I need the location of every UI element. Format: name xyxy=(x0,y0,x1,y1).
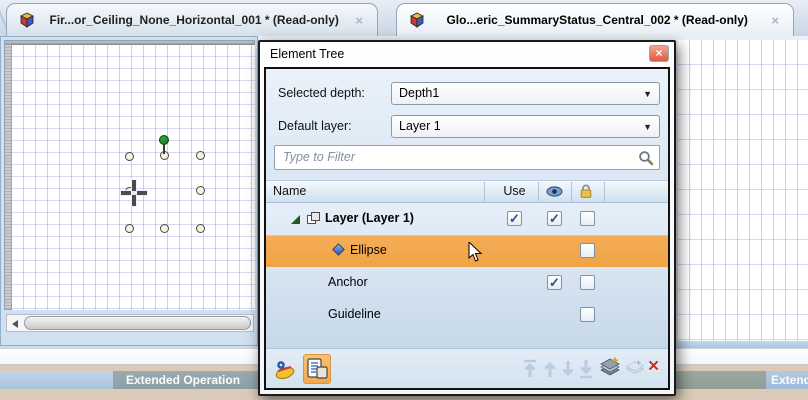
column-header-use[interactable]: Use xyxy=(491,184,538,198)
dialog-close-button[interactable]: × xyxy=(649,45,669,62)
layers-icon xyxy=(307,212,320,225)
keel-tool-button[interactable] xyxy=(273,357,297,381)
add-layer-button[interactable]: + xyxy=(597,355,623,386)
diamond-icon xyxy=(332,243,345,256)
lock-checkbox[interactable] xyxy=(580,307,595,322)
anchor-point[interactable] xyxy=(125,152,134,161)
svg-text:+: + xyxy=(612,356,618,367)
lock-checkbox[interactable] xyxy=(580,275,595,290)
anchor-point[interactable] xyxy=(196,224,205,233)
document-window-left xyxy=(0,36,258,346)
tab-label: Glo...eric_SummaryStatus_Central_002 * (… xyxy=(433,13,761,27)
anchor-point[interactable] xyxy=(196,151,205,160)
selected-depth-label: Selected depth: xyxy=(278,86,365,100)
panel-segment xyxy=(0,371,113,389)
tree-row-label: Anchor xyxy=(328,275,368,289)
default-layer-value: Layer 1 xyxy=(399,119,441,133)
chevron-down-icon: ▼ xyxy=(643,89,652,99)
chevron-down-icon: ▼ xyxy=(643,122,652,132)
default-layer-label: Default layer: xyxy=(278,119,352,133)
tree-header: Name Use xyxy=(266,180,668,203)
visibility-checkbox[interactable]: ✓ xyxy=(547,211,562,226)
selected-depth-value: Depth1 xyxy=(399,86,439,100)
search-icon xyxy=(638,150,654,171)
extended-operation-panel-header-right[interactable]: Extended Operation xyxy=(766,371,808,389)
delete-button[interactable]: × xyxy=(648,356,659,378)
rotation-handle-stem xyxy=(163,144,165,154)
tree-row-layer-layer-1[interactable]: Layer (Layer 1) ✓ ✓ xyxy=(266,203,668,235)
document-window-right[interactable] xyxy=(678,40,808,341)
dialog-body: Selected depth: Depth1 ▼ Default layer: … xyxy=(264,67,670,390)
tab-label: Fir...or_Ceiling_None_Horizontal_001 * (… xyxy=(43,13,345,27)
cube-icon xyxy=(19,12,35,28)
filter-input[interactable]: Type to Filter xyxy=(274,145,660,170)
scrollbar-thumb[interactable] xyxy=(24,316,251,330)
panel-label: Extended Operation xyxy=(126,373,240,387)
tab-close-icon[interactable]: × xyxy=(769,13,781,28)
lock-checkbox[interactable] xyxy=(580,211,595,226)
application-window: Fir...or_Ceiling_None_Horizontal_001 * (… xyxy=(0,0,808,400)
cube-icon xyxy=(409,12,425,28)
dialog-toolbar: + + × xyxy=(266,348,668,388)
tree-row-label: Layer (Layer 1) xyxy=(325,211,414,225)
copy-list-icon xyxy=(307,358,329,382)
tab-document-2[interactable]: Glo...eric_SummaryStatus_Central_002 * (… xyxy=(396,3,794,36)
tree-list: Layer (Layer 1) ✓ ✓ Ellipse Anchor ✓ Guideline xyxy=(266,203,668,348)
add-sublayer-button[interactable]: + xyxy=(623,357,647,386)
crosshair-center xyxy=(132,191,136,195)
move-to-top-button[interactable] xyxy=(521,358,539,380)
tree-row-label: Guideline xyxy=(328,307,381,321)
lock-checkbox[interactable] xyxy=(580,243,595,258)
expander-triangle-icon[interactable] xyxy=(291,215,300,224)
filter-placeholder: Type to Filter xyxy=(283,150,355,164)
default-layer-dropdown[interactable]: Layer 1 ▼ xyxy=(391,115,660,138)
eye-icon[interactable] xyxy=(546,186,563,200)
vertical-ruler xyxy=(4,44,12,310)
toggle-list-view-button[interactable] xyxy=(303,354,331,384)
rotation-handle[interactable] xyxy=(159,135,169,145)
lock-icon[interactable] xyxy=(579,184,593,202)
column-header-name[interactable]: Name xyxy=(273,184,306,198)
tab-bar: Fir...or_Ceiling_None_Horizontal_001 * (… xyxy=(0,0,808,36)
use-checkbox[interactable]: ✓ xyxy=(507,211,522,226)
tab-close-icon[interactable]: × xyxy=(353,13,365,28)
dialog-title: Element Tree xyxy=(260,42,674,67)
column-separator xyxy=(484,182,485,201)
tree-row-ellipse[interactable]: Ellipse xyxy=(266,235,668,267)
horizontal-scrollbar[interactable] xyxy=(6,314,254,332)
anchor-point[interactable] xyxy=(196,186,205,195)
selected-depth-dropdown[interactable]: Depth1 ▼ xyxy=(391,82,660,105)
tab-document-1[interactable]: Fir...or_Ceiling_None_Horizontal_001 * (… xyxy=(6,3,378,36)
svg-text:+: + xyxy=(636,357,642,367)
anchor-point[interactable] xyxy=(160,224,169,233)
drawing-canvas[interactable] xyxy=(12,44,255,310)
element-tree-dialog: Element Tree × Selected depth: Depth1 ▼ … xyxy=(258,40,676,396)
column-separator xyxy=(604,182,605,201)
move-to-bottom-button[interactable] xyxy=(577,358,595,380)
scroll-left-arrow-icon[interactable] xyxy=(12,320,18,328)
tree-row-label: Ellipse xyxy=(350,243,387,257)
visibility-checkbox[interactable]: ✓ xyxy=(547,275,562,290)
column-separator xyxy=(571,182,572,201)
move-up-button[interactable] xyxy=(541,358,559,380)
panel-label: Extended Operation xyxy=(771,373,808,387)
mouse-cursor xyxy=(468,242,483,268)
column-separator xyxy=(538,182,539,201)
tree-row-guideline[interactable]: Guideline xyxy=(266,299,668,331)
tree-row-anchor[interactable]: Anchor ✓ xyxy=(266,267,668,299)
move-down-button[interactable] xyxy=(559,358,577,380)
anchor-point[interactable] xyxy=(125,224,134,233)
